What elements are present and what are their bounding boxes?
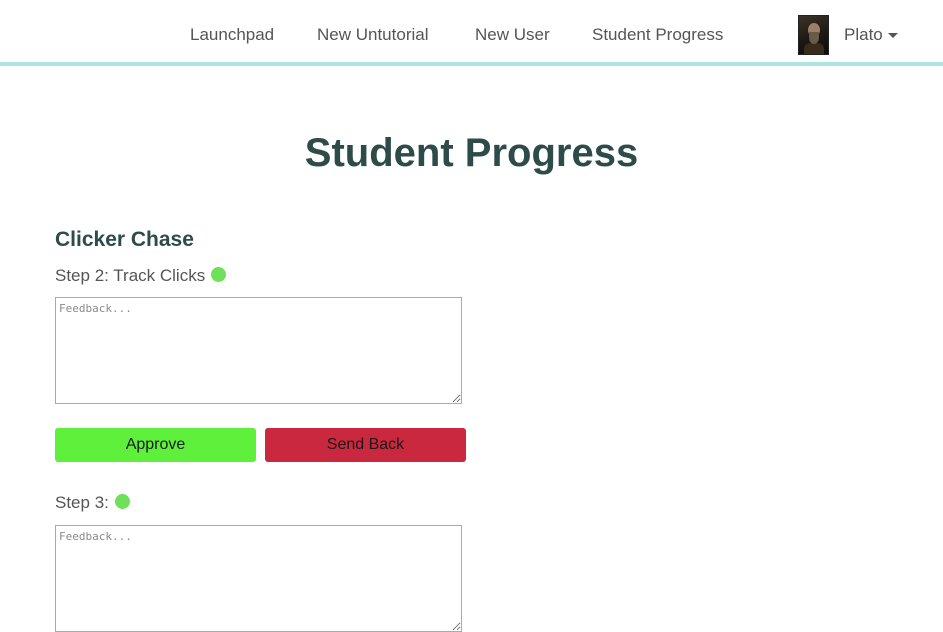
step-label-text: Step 3:: [55, 493, 109, 512]
avatar-robe: [804, 43, 824, 54]
status-dot-icon: [114, 494, 130, 509]
step-label-2: Step 2: Track Clicks: [55, 265, 227, 287]
top-navbar: Launchpad New Untutorial New User Studen…: [0, 0, 943, 66]
avatar[interactable]: [798, 15, 829, 55]
nav-link-student-progress[interactable]: Student Progress: [592, 24, 723, 46]
step-label-text: Step 2: Track Clicks: [55, 266, 206, 285]
feedback-input-step-3[interactable]: [55, 525, 462, 632]
tutorial-title: Clicker Chase: [55, 228, 194, 251]
nav-link-launchpad[interactable]: Launchpad: [190, 24, 274, 46]
page-title: Student Progress: [304, 131, 639, 175]
step-label-3: Step 3:: [55, 492, 130, 514]
nav-link-new-untutorial[interactable]: New Untutorial: [317, 24, 429, 46]
user-menu-toggle[interactable]: Plato: [844, 24, 898, 46]
chevron-down-icon: [887, 33, 898, 39]
nav-link-new-user[interactable]: New User: [475, 24, 550, 46]
status-dot-icon: [211, 267, 227, 282]
user-name: Plato: [844, 25, 883, 44]
avatar-beard: [809, 32, 819, 44]
approve-button[interactable]: Approve: [55, 428, 256, 462]
feedback-input-step-2[interactable]: [55, 297, 462, 404]
send-back-button[interactable]: Send Back: [265, 428, 466, 462]
